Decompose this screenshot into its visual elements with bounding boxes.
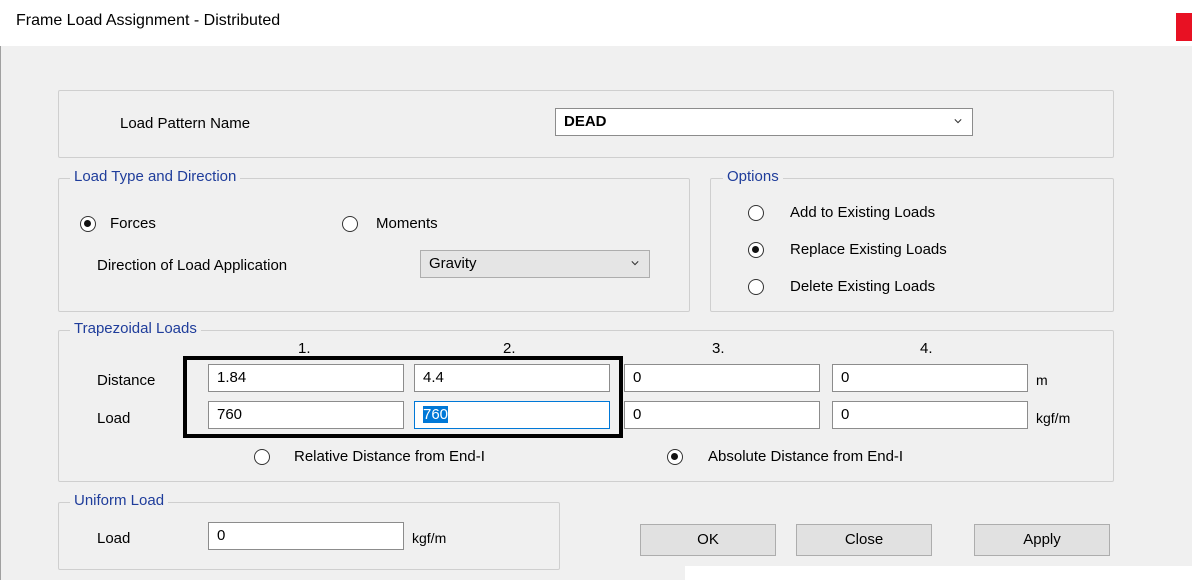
load-pattern-select[interactable]: DEAD [555,108,973,136]
uniform-load-label: Load [97,530,131,547]
title-bar: Frame Load Assignment - Distributed [0,0,1192,44]
ok-button[interactable]: OK [640,524,776,556]
load-type-group [58,178,690,312]
apply-button[interactable]: Apply [974,524,1110,556]
chevron-down-icon [631,261,639,266]
load-3-field[interactable]: 0 [624,401,820,429]
distance-3-value: 0 [633,369,642,386]
chevron-down-icon [954,119,962,124]
column-header-2: 2. [503,340,516,357]
options-legend: Options [723,168,783,185]
close-button[interactable]: Close [796,524,932,556]
distance-4-value: 0 [841,369,850,386]
load-label: Load [97,410,131,427]
annotation-highlight-box [183,356,623,438]
uniform-load-field[interactable]: 0 [208,522,404,550]
load-type-legend: Load Type and Direction [70,168,241,185]
direction-value: Gravity [429,255,477,272]
direction-label: Direction of Load Application [97,257,288,274]
replace-existing-radio[interactable] [748,242,764,258]
window-title: Frame Load Assignment - Distributed [16,12,281,29]
column-header-4: 4. [920,340,933,357]
relative-distance-label: Relative Distance from End-I [294,448,485,465]
moments-label: Moments [376,215,438,232]
column-header-3: 3. [712,340,725,357]
distance-3-field[interactable]: 0 [624,364,820,392]
bottom-edge [685,566,1192,580]
load-pattern-value: DEAD [564,113,607,130]
replace-existing-label: Replace Existing Loads [790,241,947,258]
distance-4-field[interactable]: 0 [832,364,1028,392]
absolute-distance-radio[interactable] [667,449,683,465]
load-unit: kgf/m [1036,410,1071,426]
column-header-1: 1. [298,340,311,357]
add-existing-label: Add to Existing Loads [790,204,936,221]
uniform-load-unit: kgf/m [412,530,447,546]
load-3-value: 0 [633,406,642,423]
load-pattern-label: Load Pattern Name [120,115,251,132]
delete-existing-label: Delete Existing Loads [790,278,936,295]
distance-unit: m [1036,372,1048,388]
direction-select[interactable]: Gravity [420,250,650,278]
relative-distance-radio[interactable] [254,449,270,465]
uniform-load-value: 0 [217,527,226,544]
forces-radio[interactable] [80,216,96,232]
distance-label: Distance [97,372,156,389]
moments-radio[interactable] [342,216,358,232]
load-4-field[interactable]: 0 [832,401,1028,429]
forces-label: Forces [110,215,156,232]
absolute-distance-label: Absolute Distance from End-I [708,448,904,465]
delete-existing-radio[interactable] [748,279,764,295]
load-4-value: 0 [841,406,850,423]
add-existing-radio[interactable] [748,205,764,221]
trapezoidal-legend: Trapezoidal Loads [70,320,201,337]
close-window-button[interactable] [1176,13,1192,41]
uniform-load-legend: Uniform Load [70,492,169,509]
